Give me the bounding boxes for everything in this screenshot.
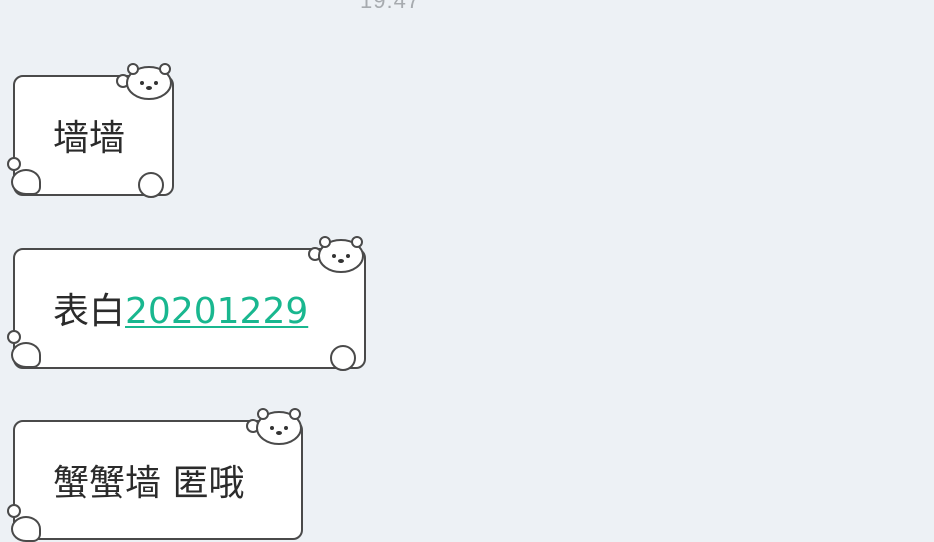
message-timestamp: 19:47: [360, 0, 421, 13]
paw-decoration: [11, 516, 41, 542]
message-text-content: 墙墙: [53, 118, 126, 159]
message-text: 墙墙: [53, 121, 125, 157]
paw-decoration: [330, 345, 356, 371]
message-text: 蟹蟹墙 匿哦: [53, 466, 244, 502]
message-text-content: 表白: [53, 291, 126, 332]
message-bubble[interactable]: 墙墙: [7, 63, 174, 198]
paw-decoration: [7, 157, 21, 171]
polar-bear-icon: [308, 236, 364, 273]
paw-decoration: [138, 172, 164, 198]
paw-decoration: [11, 169, 41, 195]
message-bubble[interactable]: 蟹蟹墙 匿哦: [7, 408, 303, 542]
paw-decoration: [7, 504, 21, 518]
date-link[interactable]: 20201229: [125, 291, 308, 332]
message-text-content: 蟹蟹墙 匿哦: [53, 463, 245, 504]
paw-decoration: [7, 330, 21, 344]
message-text: 表白20201229: [53, 294, 308, 330]
polar-bear-icon: [116, 63, 172, 100]
polar-bear-icon: [246, 408, 302, 445]
message-bubble[interactable]: 表白20201229: [7, 236, 366, 371]
paw-decoration: [11, 342, 41, 368]
